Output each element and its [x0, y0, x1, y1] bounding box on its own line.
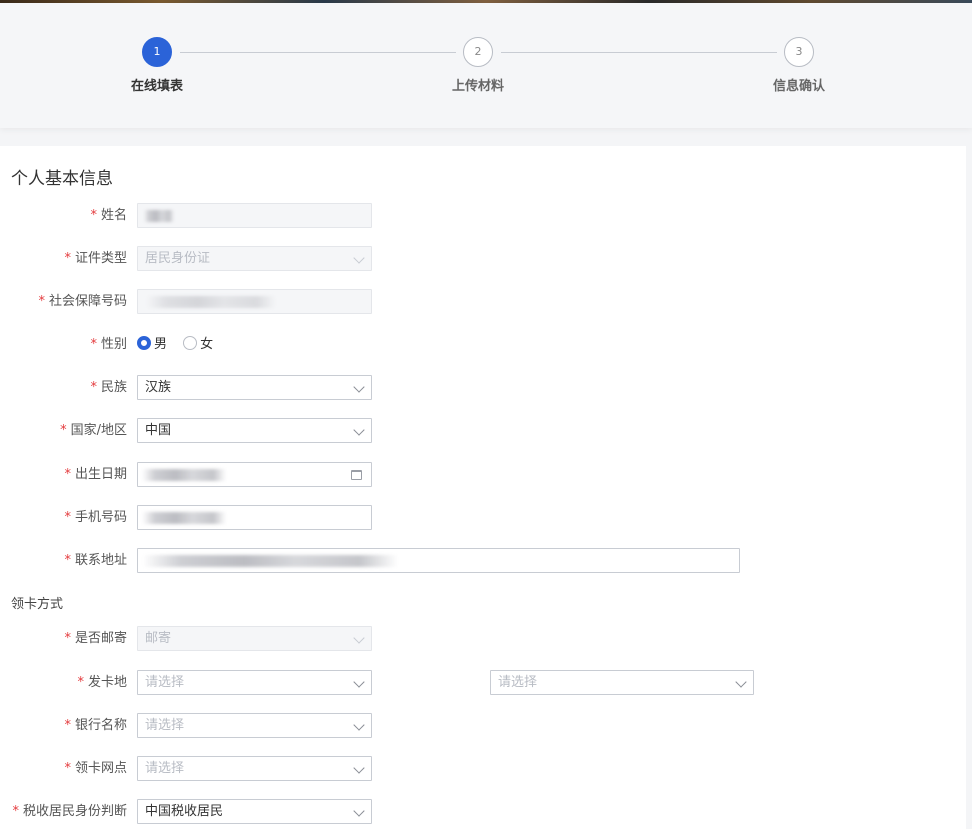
row-ethnicity: * 民族 汉族	[0, 375, 966, 401]
field-label: * 社会保障号码	[38, 294, 127, 309]
row-issue-place: * 发卡地 请选择 请选择	[0, 670, 966, 696]
chevron-down-icon	[735, 676, 747, 688]
calendar-icon	[351, 470, 362, 480]
card-section-title: 领卡方式	[11, 597, 64, 612]
mail-select[interactable]: 邮寄	[137, 626, 372, 651]
step-label: 上传材料	[451, 79, 504, 94]
field-label: * 税收居民身份判断	[12, 804, 127, 819]
row-gender: * 性别 男 女	[0, 332, 966, 358]
chevron-down-icon	[353, 719, 365, 731]
row-outlet: * 领卡网点 请选择	[0, 756, 966, 782]
step-label: 信息确认	[772, 79, 825, 94]
step-1: 1 在线填表	[97, 37, 217, 94]
field-label: * 银行名称	[64, 718, 127, 733]
birth-date-picker[interactable]	[137, 462, 372, 487]
chevron-down-icon	[353, 805, 365, 817]
row-bank: * 银行名称 请选择	[0, 713, 966, 739]
field-label: * 联系地址	[64, 553, 127, 568]
field-label: * 性别	[90, 337, 127, 352]
field-label: * 出生日期	[64, 467, 127, 482]
country-select[interactable]: 中国	[137, 418, 372, 443]
step-3: 3 信息确认	[739, 37, 859, 94]
row-birth-date: * 出生日期	[0, 462, 966, 488]
tax-resident-select[interactable]: 中国税收居民	[137, 799, 372, 824]
row-country: * 国家/地区 中国	[0, 418, 966, 444]
step-number: 3	[784, 37, 814, 67]
radio-unchecked-icon	[183, 336, 198, 350]
gender-radio-group: 男 女	[137, 336, 225, 354]
chevron-down-icon	[353, 381, 365, 393]
step-number: 1	[142, 37, 172, 67]
field-label: * 姓名	[90, 208, 127, 223]
redacted-value	[146, 296, 276, 308]
radio-checked-icon	[137, 336, 151, 350]
field-label: * 手机号码	[64, 510, 127, 525]
step-number: 2	[463, 37, 493, 67]
row-id-type: * 证件类型 居民身份证	[0, 246, 966, 272]
progress-steps: 1 在线填表 2 上传材料 3 信息确认	[0, 3, 972, 128]
row-ss-number: * 社会保障号码	[0, 289, 966, 315]
redacted-value	[144, 210, 174, 222]
step-label: 在线填表	[130, 79, 183, 94]
chevron-down-icon	[353, 632, 365, 644]
field-label: * 领卡网点	[64, 761, 127, 776]
field-label: * 民族	[90, 380, 127, 395]
redacted-value	[142, 469, 226, 481]
chevron-down-icon	[353, 762, 365, 774]
issue-place-district-select[interactable]: 请选择	[490, 670, 754, 695]
phone-input[interactable]	[137, 505, 372, 530]
name-field[interactable]	[137, 203, 372, 228]
step-connector	[180, 52, 456, 53]
ethnicity-select[interactable]: 汉族	[137, 375, 372, 400]
issue-place-select[interactable]: 请选择	[137, 670, 372, 695]
field-label: * 是否邮寄	[64, 631, 127, 646]
form-panel: 个人基本信息 * 姓名 * 证件类型 居民身份证 * 社会保障号码 * 性别 男 女 *…	[0, 146, 966, 829]
row-mail: * 是否邮寄 邮寄	[0, 626, 966, 652]
row-tax-resident: * 税收居民身份判断 中国税收居民	[0, 799, 966, 825]
outlet-select[interactable]: 请选择	[137, 756, 372, 781]
chevron-down-icon	[353, 252, 365, 264]
redacted-value	[142, 512, 226, 524]
bank-select[interactable]: 请选择	[137, 713, 372, 738]
row-phone: * 手机号码	[0, 505, 966, 531]
redacted-value	[142, 555, 398, 567]
address-input[interactable]	[137, 548, 740, 573]
gender-female-radio[interactable]: 女	[183, 336, 213, 354]
row-name: * 姓名	[0, 203, 966, 229]
field-label: * 发卡地	[77, 675, 127, 690]
field-label: * 国家/地区	[60, 423, 127, 438]
id-type-select[interactable]: 居民身份证	[137, 246, 372, 271]
chevron-down-icon	[353, 424, 365, 436]
chevron-down-icon	[353, 676, 365, 688]
field-label: * 证件类型	[64, 251, 127, 266]
section-title: 个人基本信息	[11, 169, 113, 189]
ss-number-field[interactable]	[137, 289, 372, 314]
step-2: 2 上传材料	[418, 37, 538, 94]
step-connector	[501, 52, 777, 53]
gender-male-radio[interactable]: 男	[137, 336, 167, 354]
row-address: * 联系地址	[0, 548, 966, 574]
